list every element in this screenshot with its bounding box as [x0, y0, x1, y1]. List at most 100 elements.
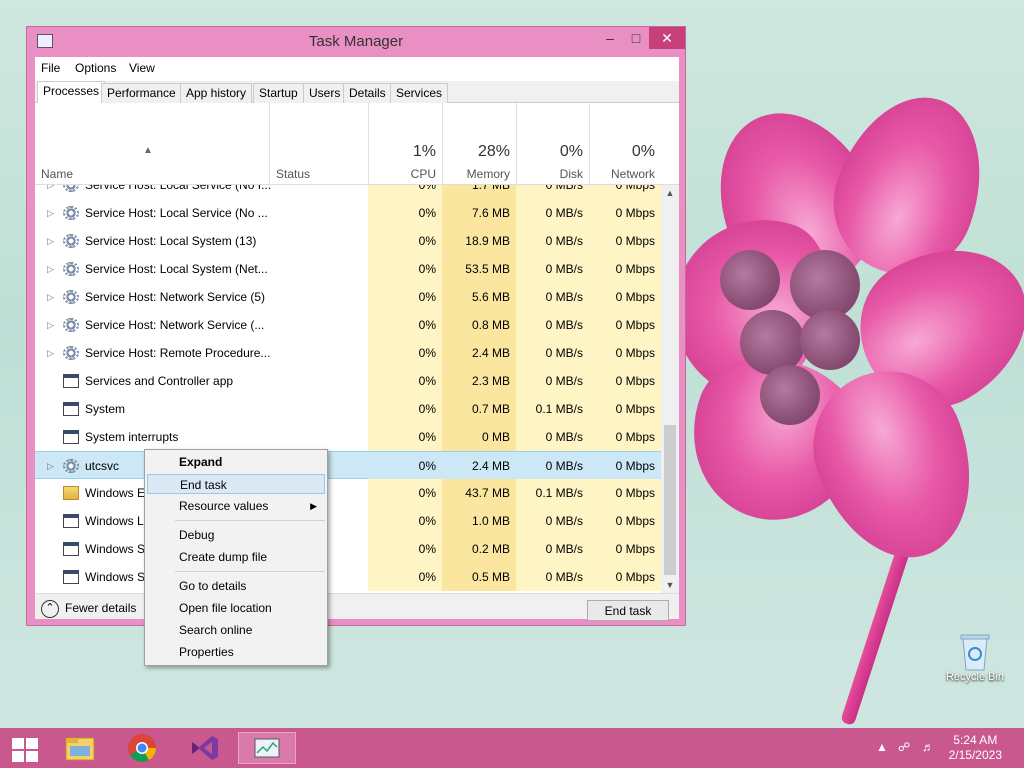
scroll-down-icon[interactable]: ▼: [661, 577, 679, 593]
row-memory: 0.5 MB: [442, 563, 516, 591]
row-memory: 0.2 MB: [442, 535, 516, 563]
row-cpu: 0%: [368, 507, 442, 535]
table-row[interactable]: Windows Explorer 0% 43.7 MB 0.1 MB/s 0 Mbps: [35, 479, 661, 507]
col-name-label: Name: [41, 167, 74, 181]
table-row[interactable]: System 0% 0.7 MB 0.1 MB/s 0 Mbps: [35, 395, 661, 423]
title-bar[interactable]: Task Manager – □ ✕: [27, 27, 685, 55]
table-row[interactable]: System interrupts 0% 0 MB 0 MB/s 0 Mbps: [35, 423, 661, 451]
row-disk: 0.1 MB/s: [516, 479, 589, 507]
menu-view[interactable]: View: [129, 61, 155, 75]
ctx-expand[interactable]: Expand: [147, 452, 325, 472]
clock[interactable]: 5:24 AM 2/15/2023: [949, 733, 1002, 763]
col-name[interactable]: Name: [35, 103, 269, 185]
window-icon: [63, 514, 79, 528]
row-memory: 0.8 MB: [442, 311, 516, 339]
col-cpu[interactable]: 1% CPU: [368, 103, 442, 185]
expand-arrow-icon[interactable]: ▷: [47, 452, 54, 480]
tab-app-history[interactable]: App history: [180, 83, 253, 103]
tab-processes[interactable]: Processes: [37, 81, 106, 104]
row-cpu: 0%: [368, 535, 442, 563]
expand-arrow-icon[interactable]: ▷: [47, 199, 54, 227]
windows-logo-icon: [12, 738, 24, 749]
task-manager-taskbar-button[interactable]: [238, 732, 296, 764]
row-cpu: 0%: [368, 452, 442, 480]
flower-center: [720, 250, 780, 310]
expand-arrow-icon[interactable]: ▷: [47, 311, 54, 339]
chrome-icon: [128, 734, 156, 762]
close-button[interactable]: ✕: [649, 27, 685, 49]
table-row[interactable]: Services and Controller app 0% 2.3 MB 0 MB/…: [35, 367, 661, 395]
row-name: Service Host: Local Service (No I...: [85, 185, 270, 192]
ctx-search-online[interactable]: Search online: [147, 620, 325, 640]
tab-startup[interactable]: Startup: [253, 83, 304, 103]
expand-arrow-icon[interactable]: ▷: [47, 283, 54, 311]
end-task-button[interactable]: End task: [587, 600, 669, 621]
table-row[interactable]: ▷ Service Host: Local Service (No I... 0% 1…: [35, 185, 661, 199]
ctx-open-file-location[interactable]: Open file location: [147, 598, 325, 618]
col-memory[interactable]: 28% Memory: [442, 103, 516, 185]
vertical-scrollbar[interactable]: ▲ ▼: [661, 185, 679, 593]
ctx-separator: [175, 520, 325, 521]
fewer-details-button[interactable]: ⌃ Fewer details: [41, 598, 136, 618]
row-cpu: 0%: [368, 563, 442, 591]
table-row[interactable]: ▷ Service Host: Network Service (... 0% 0.8…: [35, 311, 661, 339]
row-network: 0 Mbps: [589, 535, 661, 563]
start-button[interactable]: [6, 732, 50, 764]
volume-icon[interactable]: ♬: [922, 740, 934, 754]
table-row[interactable]: ▷ utcsvc 0% 2.4 MB 0 MB/s 0 Mbps: [35, 451, 661, 480]
flower-center: [800, 310, 860, 370]
expand-arrow-icon[interactable]: ▷: [47, 185, 54, 199]
maximize-button[interactable]: □: [623, 27, 649, 49]
table-row[interactable]: ▷ Service Host: Local System (13) 0% 18.9 M…: [35, 227, 661, 255]
expand-arrow-icon[interactable]: ▷: [47, 255, 54, 283]
tab-users[interactable]: Users: [303, 83, 347, 103]
row-memory: 43.7 MB: [442, 479, 516, 507]
row-network: 0 Mbps: [589, 339, 661, 367]
expand-arrow-icon[interactable]: ▷: [47, 339, 54, 367]
expand-arrow-icon[interactable]: ▷: [47, 227, 54, 255]
tab-details[interactable]: Details: [343, 83, 392, 103]
table-row[interactable]: ▷ Service Host: Local System (Net... 0% 53.…: [35, 255, 661, 283]
table-row[interactable]: Windows Session Manager0%0.5 MB0 MB/s0 M…: [35, 563, 661, 591]
ctx-debug[interactable]: Debug: [147, 525, 325, 545]
tab-services[interactable]: Services: [390, 83, 449, 103]
row-network: 0 Mbps: [589, 185, 661, 199]
col-status[interactable]: Status: [269, 103, 368, 185]
recycle-bin-shortcut[interactable]: Recycle Bin: [938, 632, 1012, 683]
show-hidden-icons-icon[interactable]: ▲: [876, 740, 888, 754]
minimize-button[interactable]: –: [597, 27, 623, 49]
table-row[interactable]: ▷ Service Host: Network Service (5) 0% 5.6 …: [35, 283, 661, 311]
ctx-resource-values[interactable]: Resource values ▶: [147, 496, 325, 516]
table-row[interactable]: Windows Start-Up Application0%0.2 MB0 MB…: [35, 535, 661, 563]
scroll-up-icon[interactable]: ▲: [661, 185, 679, 201]
table-row[interactable]: ▷ Service Host: Remote Procedure... 0% 2.4 …: [35, 339, 661, 367]
ctx-properties[interactable]: Properties: [147, 642, 325, 662]
col-network[interactable]: 0% Network: [589, 103, 661, 185]
tab-performance[interactable]: Performance: [101, 83, 182, 103]
menu-file[interactable]: File: [41, 61, 60, 75]
row-name: Service Host: Remote Procedure...: [85, 346, 270, 360]
row-network: 0 Mbps: [589, 452, 661, 480]
ctx-end-task[interactable]: End task: [147, 474, 325, 494]
footer-bar: ⌃ Fewer details End task: [35, 593, 679, 621]
row-disk: 0 MB/s: [516, 283, 589, 311]
gear-icon: [63, 346, 79, 360]
ctx-resource-values-label: Resource values: [179, 499, 269, 513]
ctx-create-dump[interactable]: Create dump file: [147, 547, 325, 567]
table-row[interactable]: Windows Logon Application0%1.0 MB0 MB/s0…: [35, 507, 661, 535]
row-name: Services and Controller app: [85, 374, 234, 388]
menu-options[interactable]: Options: [75, 61, 116, 75]
table-row[interactable]: ▷ Service Host: Local Service (No ... 0% 7.…: [35, 199, 661, 227]
col-disk[interactable]: 0% Disk: [516, 103, 589, 185]
row-disk: 0 MB/s: [516, 227, 589, 255]
row-name: Service Host: Local System (Net...: [85, 262, 268, 276]
ctx-go-to-details[interactable]: Go to details: [147, 576, 325, 596]
network-icon[interactable]: ☍: [898, 740, 910, 754]
gear-icon: [63, 459, 79, 473]
chrome-taskbar-button[interactable]: [122, 732, 166, 764]
scroll-thumb[interactable]: [664, 425, 676, 575]
visual-studio-taskbar-button[interactable]: [184, 732, 228, 764]
window-icon: [63, 542, 79, 556]
row-network: 0 Mbps: [589, 395, 661, 423]
file-explorer-taskbar-button[interactable]: [60, 732, 104, 764]
